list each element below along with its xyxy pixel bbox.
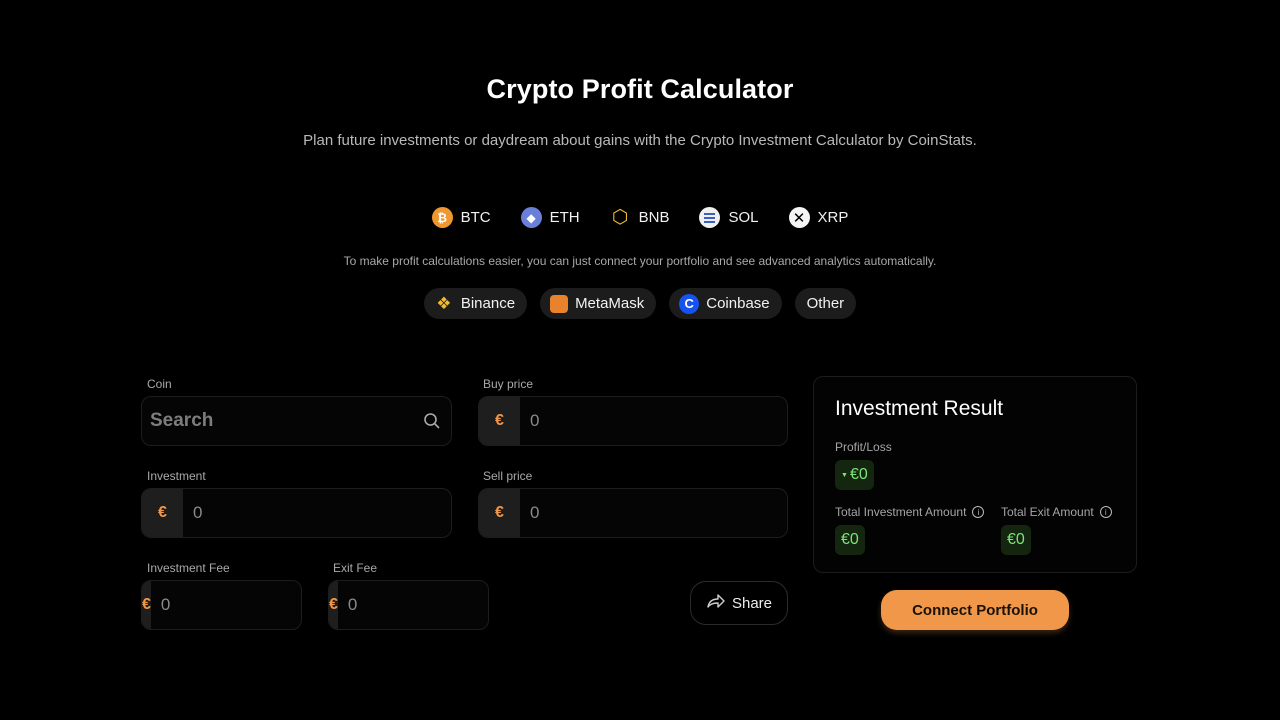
bitcoin-icon: ₿ [431,207,453,228]
total-exit-badge: €0 [1001,525,1031,555]
total-exit-label: Total Exit Amount i [1001,505,1112,519]
crypto-profit-calculator-page: Crypto Profit Calculator Plan future inv… [0,0,1280,720]
euro-currency-icon: € [479,397,520,445]
info-icon[interactable]: i [1099,506,1112,518]
total-investment-badge: €0 [835,525,865,555]
wallet-label: MetaMask [575,295,645,312]
solana-icon [699,207,721,228]
connect-portfolio-button[interactable]: Connect Portfolio [881,590,1069,630]
sell-price-label: Sell price [483,469,533,483]
wallet-other[interactable]: Other [794,288,857,319]
profit-loss-label-text: Profit/Loss [835,440,892,454]
buy-price-input[interactable] [520,397,787,445]
total-exit-label-text: Total Exit Amount [1001,505,1094,519]
search-icon[interactable] [412,412,451,430]
page-subtitle: Plan future investments or daydream abou… [303,132,977,149]
investment-fee-input[interactable] [150,581,301,629]
wallet-label: Coinbase [706,295,770,312]
buy-price-label: Buy price [483,377,534,391]
coin-label: ETH [549,209,580,226]
investment-fee-field: € [141,580,302,630]
coin-search-field [141,396,452,446]
result-title: Investment Result [835,397,1004,420]
wallet-coinbase[interactable]: C Coinbase [669,288,782,319]
euro-currency-icon: € [142,489,183,537]
coin-btc[interactable]: ₿ BTC [431,207,491,228]
coin-quick-select: ₿ BTC ◆ ETH ⬡ BNB SOL ✕ XRP [0,207,1280,228]
coin-label: SOL [728,209,759,226]
exit-fee-label: Exit Fee [333,561,378,575]
coin-eth[interactable]: ◆ ETH [520,207,580,228]
bnb-icon: ⬡ [611,207,629,228]
share-icon [706,593,726,614]
exit-fee-field: € [328,580,489,630]
coin-bnb[interactable]: ⬡ BNB [610,207,670,228]
investment-input[interactable] [183,489,451,537]
trend-down-icon: ▼ [841,471,848,479]
profit-loss-label: Profit/Loss [835,440,892,454]
wallet-label: Other [806,295,845,312]
euro-currency-icon: € [142,581,151,629]
wallet-label: Binance [460,295,516,312]
euro-currency-icon: € [329,581,338,629]
total-investment-label-text: Total Investment Amount [835,505,967,519]
euro-currency-icon: € [479,489,520,537]
total-investment-label: Total Investment Amount i [835,505,985,519]
sell-price-field: € [478,488,788,538]
coin-label: BTC [460,209,491,226]
investment-label: Investment [147,469,206,483]
exit-fee-input[interactable] [337,581,488,629]
coin-label: XRP [817,209,849,226]
total-exit-value: €0 [1007,531,1025,548]
share-label: Share [731,594,773,612]
connect-hint: To make profit calculations easier, you … [343,254,937,268]
investment-result-card: Investment Result Profit/Loss ▼ €0 Total… [813,376,1137,573]
profit-loss-value: €0 [849,466,868,483]
coin-label: Coin [147,377,172,391]
wallet-metamask[interactable]: MetaMask [540,288,657,319]
investment-fee-label: Investment Fee [147,561,230,575]
wallet-options: ❖ Binance MetaMask C Coinbase Other [0,288,1280,319]
sell-price-input[interactable] [520,489,787,537]
profit-loss-badge: ▼ €0 [835,460,874,490]
investment-field: € [141,488,452,538]
ethereum-icon: ◆ [520,207,542,228]
coin-label: BNB [638,209,670,226]
share-button[interactable]: Share [690,581,788,625]
coin-search-input[interactable] [142,397,412,445]
xrp-icon: ✕ [788,207,810,228]
binance-icon: ❖ [436,293,452,313]
info-icon[interactable]: i [972,506,985,518]
coinbase-icon: C [679,293,700,314]
coin-sol[interactable]: SOL [699,207,759,228]
page-title: Crypto Profit Calculator [486,74,794,104]
coin-xrp[interactable]: ✕ XRP [788,207,849,228]
total-investment-value: €0 [841,531,859,548]
metamask-icon [550,294,569,313]
buy-price-field: € [478,396,788,446]
wallet-binance[interactable]: ❖ Binance [423,288,528,319]
